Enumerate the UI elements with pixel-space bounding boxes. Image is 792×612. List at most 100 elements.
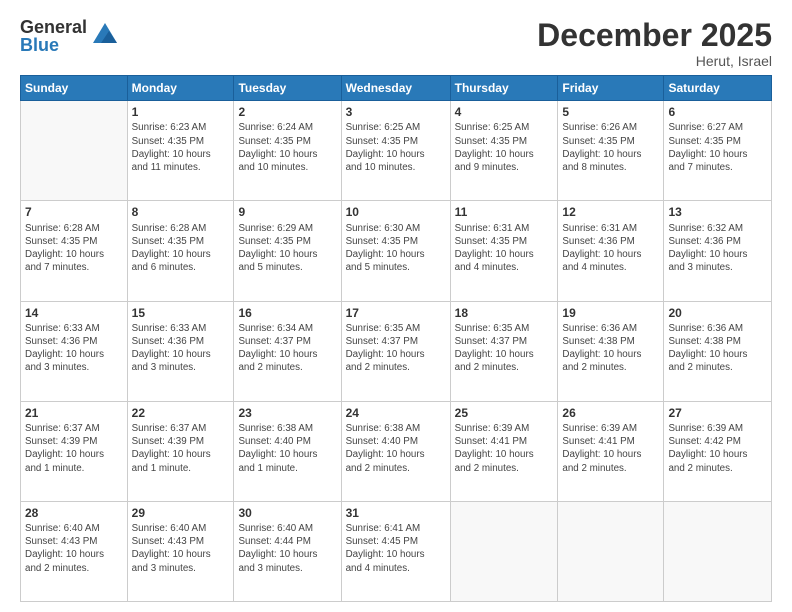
day-info: Sunset: 4:36 PM: [562, 235, 659, 248]
day-info: and 10 minutes.: [346, 161, 446, 174]
day-number: 28: [25, 505, 123, 521]
day-info: and 2 minutes.: [668, 361, 767, 374]
day-info: Sunrise: 6:36 AM: [562, 322, 659, 335]
day-cell: 31Sunrise: 6:41 AMSunset: 4:45 PMDayligh…: [341, 501, 450, 601]
day-cell: [21, 101, 128, 201]
week-row-0: 1Sunrise: 6:23 AMSunset: 4:35 PMDaylight…: [21, 101, 772, 201]
day-info: and 3 minutes.: [132, 562, 230, 575]
day-info: and 3 minutes.: [25, 361, 123, 374]
day-info: Sunrise: 6:33 AM: [132, 322, 230, 335]
day-cell: 21Sunrise: 6:37 AMSunset: 4:39 PMDayligh…: [21, 401, 128, 501]
logo-general: General: [20, 18, 87, 36]
day-cell: 20Sunrise: 6:36 AMSunset: 4:38 PMDayligh…: [664, 301, 772, 401]
day-info: Sunset: 4:35 PM: [346, 235, 446, 248]
day-info: Daylight: 10 hours: [238, 348, 336, 361]
day-info: and 2 minutes.: [25, 562, 123, 575]
day-cell: 28Sunrise: 6:40 AMSunset: 4:43 PMDayligh…: [21, 501, 128, 601]
day-cell: 10Sunrise: 6:30 AMSunset: 4:35 PMDayligh…: [341, 201, 450, 301]
day-info: Daylight: 10 hours: [455, 148, 554, 161]
day-info: and 3 minutes.: [132, 361, 230, 374]
logo: General Blue: [20, 18, 119, 54]
day-info: Daylight: 10 hours: [238, 148, 336, 161]
header-monday: Monday: [127, 76, 234, 101]
header-friday: Friday: [558, 76, 664, 101]
day-cell: 29Sunrise: 6:40 AMSunset: 4:43 PMDayligh…: [127, 501, 234, 601]
day-number: 31: [346, 505, 446, 521]
day-number: 12: [562, 204, 659, 220]
day-info: Sunrise: 6:29 AM: [238, 222, 336, 235]
day-info: Daylight: 10 hours: [455, 448, 554, 461]
calendar-page: General Blue December 2025 Herut, Israel…: [0, 0, 792, 612]
day-info: Daylight: 10 hours: [455, 348, 554, 361]
day-cell: 12Sunrise: 6:31 AMSunset: 4:36 PMDayligh…: [558, 201, 664, 301]
day-info: Sunrise: 6:28 AM: [25, 222, 123, 235]
day-number: 23: [238, 405, 336, 421]
day-number: 9: [238, 204, 336, 220]
day-info: and 2 minutes.: [668, 462, 767, 475]
day-cell: 24Sunrise: 6:38 AMSunset: 4:40 PMDayligh…: [341, 401, 450, 501]
day-cell: 15Sunrise: 6:33 AMSunset: 4:36 PMDayligh…: [127, 301, 234, 401]
day-number: 14: [25, 305, 123, 321]
day-number: 4: [455, 104, 554, 120]
day-number: 8: [132, 204, 230, 220]
title-block: December 2025 Herut, Israel: [537, 18, 772, 69]
day-info: Sunset: 4:35 PM: [132, 135, 230, 148]
day-info: Sunrise: 6:24 AM: [238, 121, 336, 134]
day-number: 30: [238, 505, 336, 521]
day-info: Daylight: 10 hours: [562, 348, 659, 361]
day-info: Sunset: 4:44 PM: [238, 535, 336, 548]
day-info: Sunset: 4:37 PM: [346, 335, 446, 348]
day-cell: 19Sunrise: 6:36 AMSunset: 4:38 PMDayligh…: [558, 301, 664, 401]
day-info: Sunrise: 6:31 AM: [562, 222, 659, 235]
day-info: Sunrise: 6:25 AM: [455, 121, 554, 134]
day-info: Sunset: 4:38 PM: [562, 335, 659, 348]
day-info: Sunrise: 6:40 AM: [25, 522, 123, 535]
week-row-4: 28Sunrise: 6:40 AMSunset: 4:43 PMDayligh…: [21, 501, 772, 601]
week-row-2: 14Sunrise: 6:33 AMSunset: 4:36 PMDayligh…: [21, 301, 772, 401]
day-number: 2: [238, 104, 336, 120]
day-number: 27: [668, 405, 767, 421]
day-info: and 1 minute.: [238, 462, 336, 475]
day-number: 21: [25, 405, 123, 421]
day-info: Sunrise: 6:39 AM: [562, 422, 659, 435]
day-number: 19: [562, 305, 659, 321]
day-cell: [450, 501, 558, 601]
header-wednesday: Wednesday: [341, 76, 450, 101]
day-info: Daylight: 10 hours: [346, 448, 446, 461]
header: General Blue December 2025 Herut, Israel: [20, 18, 772, 69]
calendar-header-row: SundayMondayTuesdayWednesdayThursdayFrid…: [21, 76, 772, 101]
day-info: Sunrise: 6:38 AM: [238, 422, 336, 435]
day-info: Sunrise: 6:27 AM: [668, 121, 767, 134]
day-info: and 6 minutes.: [132, 261, 230, 274]
day-info: Sunrise: 6:40 AM: [132, 522, 230, 535]
day-info: Sunset: 4:40 PM: [238, 435, 336, 448]
day-cell: 11Sunrise: 6:31 AMSunset: 4:35 PMDayligh…: [450, 201, 558, 301]
day-cell: 14Sunrise: 6:33 AMSunset: 4:36 PMDayligh…: [21, 301, 128, 401]
week-row-3: 21Sunrise: 6:37 AMSunset: 4:39 PMDayligh…: [21, 401, 772, 501]
day-info: Daylight: 10 hours: [346, 348, 446, 361]
day-info: Daylight: 10 hours: [238, 448, 336, 461]
day-info: Daylight: 10 hours: [132, 348, 230, 361]
day-info: and 4 minutes.: [346, 562, 446, 575]
day-info: and 2 minutes.: [562, 462, 659, 475]
day-number: 5: [562, 104, 659, 120]
day-info: Sunset: 4:35 PM: [455, 135, 554, 148]
day-info: Sunset: 4:37 PM: [238, 335, 336, 348]
calendar-table: SundayMondayTuesdayWednesdayThursdayFrid…: [20, 75, 772, 602]
day-info: and 7 minutes.: [668, 161, 767, 174]
day-cell: 5Sunrise: 6:26 AMSunset: 4:35 PMDaylight…: [558, 101, 664, 201]
day-number: 25: [455, 405, 554, 421]
day-cell: 26Sunrise: 6:39 AMSunset: 4:41 PMDayligh…: [558, 401, 664, 501]
day-info: and 7 minutes.: [25, 261, 123, 274]
day-info: and 2 minutes.: [346, 361, 446, 374]
day-info: Sunrise: 6:39 AM: [455, 422, 554, 435]
day-info: and 8 minutes.: [562, 161, 659, 174]
day-cell: 6Sunrise: 6:27 AMSunset: 4:35 PMDaylight…: [664, 101, 772, 201]
day-number: 26: [562, 405, 659, 421]
day-number: 18: [455, 305, 554, 321]
day-info: Sunrise: 6:23 AM: [132, 121, 230, 134]
header-tuesday: Tuesday: [234, 76, 341, 101]
day-info: and 4 minutes.: [562, 261, 659, 274]
day-info: Daylight: 10 hours: [25, 448, 123, 461]
day-info: Sunset: 4:41 PM: [455, 435, 554, 448]
